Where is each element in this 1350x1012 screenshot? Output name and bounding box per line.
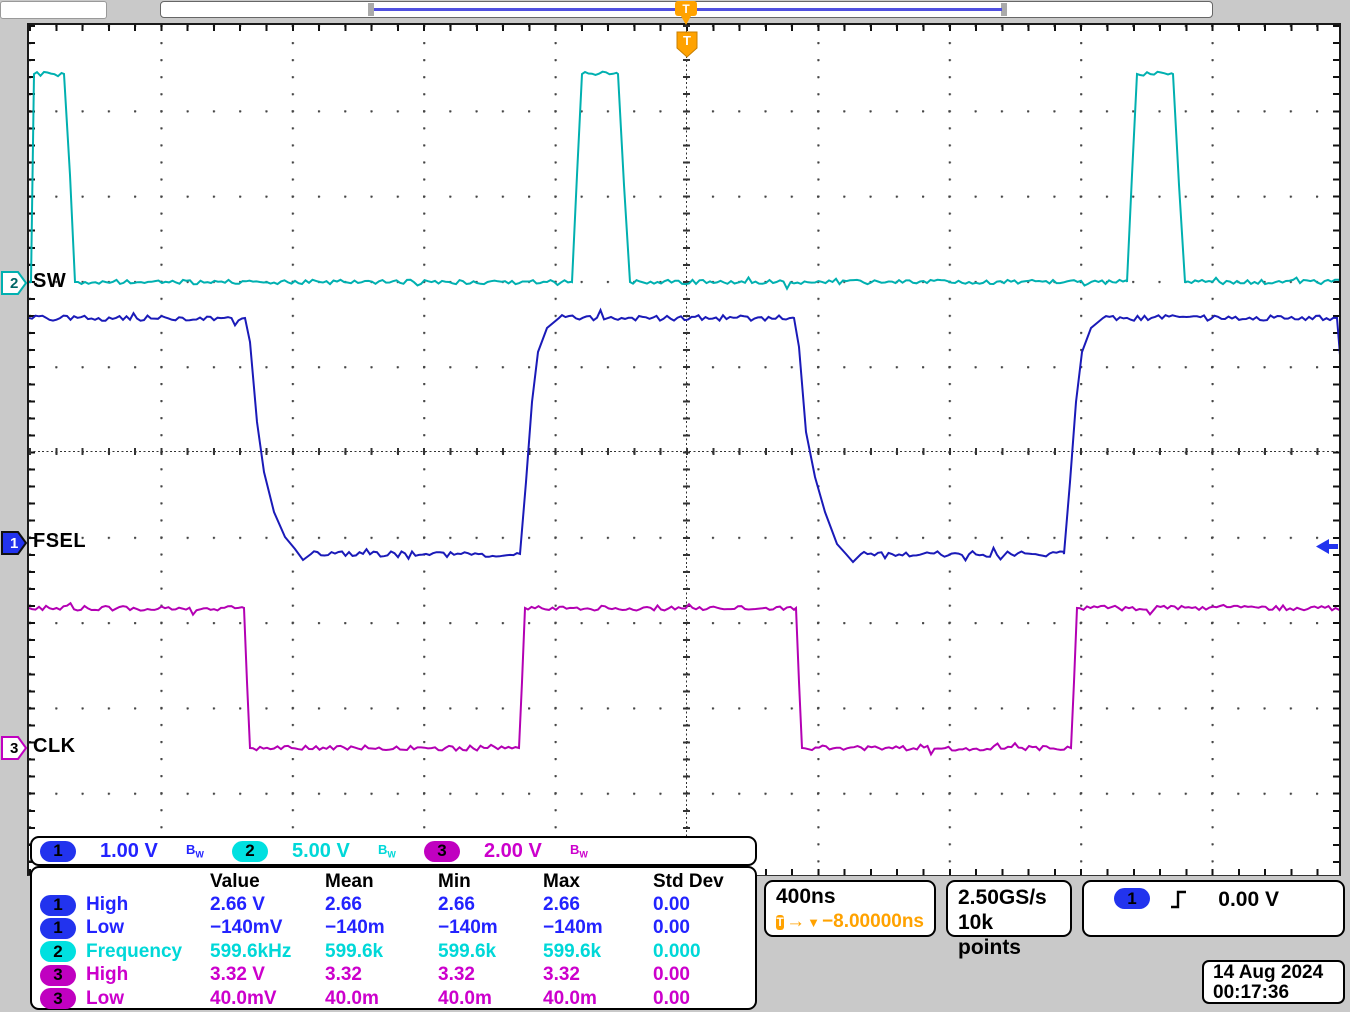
waveform-canvas xyxy=(29,25,1341,876)
trigger-flag-letter: T xyxy=(683,33,691,48)
datetime-readout: 14 Aug 2024 00:17:36 xyxy=(1202,960,1345,1004)
measurement-value: 0.00 xyxy=(653,964,755,986)
measurement-value: 3.32 xyxy=(543,964,653,986)
channel-badge: 3 xyxy=(40,965,76,986)
channel2-position-marker[interactable]: 2 xyxy=(1,271,27,295)
channel-scale-group-3: 3 2.00 V BW xyxy=(424,840,616,863)
channel-badge: 1 xyxy=(40,918,76,939)
wave-label-sw: SW xyxy=(33,270,66,293)
measurement-value: 0.00 xyxy=(653,894,755,916)
measurement-value: 40.0m xyxy=(543,988,653,1010)
trigger-mini-badge: T xyxy=(776,915,784,930)
measurement-value: 3.32 xyxy=(325,964,438,986)
measurement-name: High xyxy=(86,894,128,916)
channel-badge: 2 xyxy=(40,941,76,962)
measurement-value: −140m xyxy=(325,917,438,939)
trace-clk xyxy=(29,603,1341,754)
measurement-value: −140m xyxy=(543,917,653,939)
channel3-marker-number: 3 xyxy=(10,740,18,757)
date-value: 14 Aug 2024 xyxy=(1213,963,1334,983)
channel-scale-value: 2.00 V xyxy=(484,840,562,863)
time-value: 00:17:36 xyxy=(1213,983,1334,1003)
measurement-name: High xyxy=(86,964,128,986)
measurement-row: 2Frequency599.6kHz599.6k599.6k599.6k0.00… xyxy=(32,940,755,963)
graticule: T SW FSEL CLK xyxy=(27,23,1341,876)
trigger-source-badge: 1 xyxy=(1114,888,1150,909)
measurement-row: 3Low40.0mV40.0m40.0m40.0m0.00 xyxy=(32,987,755,1010)
measurement-value: 599.6k xyxy=(438,941,543,963)
measurement-column-header: Min xyxy=(438,871,543,893)
measurement-name: Low xyxy=(86,988,124,1010)
rising-edge-icon xyxy=(1170,890,1187,909)
trace-sw xyxy=(29,72,1341,289)
measurement-row: 3High3.32 V3.323.323.320.00 xyxy=(32,964,755,987)
channel-scale-group-1: 1 1.00 V BW xyxy=(40,840,232,863)
acquisition-readout: 2.50GS/s 10k points xyxy=(946,880,1072,937)
trigger-tri-glyph: ▼ xyxy=(807,915,820,930)
measurement-value: 2.66 xyxy=(325,894,438,916)
measurement-value: 2.66 xyxy=(438,894,543,916)
measurement-row: 1High2.66 V2.662.662.660.00 xyxy=(32,893,755,916)
channel-scale-value: 1.00 V xyxy=(100,840,178,863)
channel-badge: 1 xyxy=(40,841,76,862)
bandwidth-limit-icon: BW xyxy=(378,842,396,860)
measurement-value: 599.6k xyxy=(325,941,438,963)
measurement-header-row: ValueMeanMinMaxStd Dev xyxy=(32,870,755,893)
measurement-column-header: Std Dev xyxy=(653,871,755,893)
trace-fsel xyxy=(29,310,1341,562)
sample-rate: 2.50GS/s xyxy=(958,885,1060,910)
bandwidth-limit-icon: BW xyxy=(186,842,204,860)
channel-scale-group-2: 2 5.00 V BW xyxy=(232,840,424,863)
measurement-value: 2.66 V xyxy=(210,894,325,916)
measurement-column-header: Mean xyxy=(325,871,438,893)
horizontal-readout: 400ns T→▼−8.00000ns xyxy=(764,880,936,937)
channel3-position-marker[interactable]: 3 xyxy=(1,736,27,760)
measurement-column-header: Value xyxy=(210,871,325,893)
trigger-position-value: −8.00000ns xyxy=(822,911,924,933)
measurement-value: 40.0m xyxy=(325,988,438,1010)
oscilloscope-screen: { "colors": { "ch1_trace": "#1a1ab8", "c… xyxy=(0,0,1350,1012)
channel1-marker-number: 1 xyxy=(10,535,18,552)
channel-badge: 3 xyxy=(40,988,76,1009)
channel2-marker-number: 2 xyxy=(10,275,18,292)
measurement-name: Frequency xyxy=(86,941,182,963)
measurement-value: 0.00 xyxy=(653,988,755,1010)
wave-label-clk: CLK xyxy=(33,735,76,758)
measurement-column-header: Max xyxy=(543,871,653,893)
measurement-value: 0.00 xyxy=(653,917,755,939)
channel-badge: 2 xyxy=(232,841,268,862)
measurement-value: 0.000 xyxy=(653,941,755,963)
channel-badge: 3 xyxy=(424,841,460,862)
measurement-value: 40.0mV xyxy=(210,988,325,1010)
acq-bar-left-segment xyxy=(0,1,107,19)
channel-scale-bar: 1 1.00 V BW 2 5.00 V BW 3 2.00 V BW xyxy=(30,836,757,866)
channel-scale-value: 5.00 V xyxy=(292,840,370,863)
measurement-value: −140mV xyxy=(210,917,325,939)
trigger-time-flag[interactable]: T xyxy=(676,31,698,58)
bandwidth-limit-icon: BW xyxy=(570,842,588,860)
timebase-value: 400ns xyxy=(776,885,924,909)
measurement-table: ValueMeanMinMaxStd Dev 1High2.66 V2.662.… xyxy=(30,866,757,1010)
measurement-value: 3.32 xyxy=(438,964,543,986)
measurement-value: 2.66 xyxy=(543,894,653,916)
channel1-position-marker[interactable]: 1 xyxy=(1,531,27,555)
trigger-readout: 1 0.00 V xyxy=(1082,880,1345,937)
measurement-row: 1Low−140mV−140m−140m−140m0.00 xyxy=(32,917,755,940)
measurement-value: 40.0m xyxy=(438,988,543,1010)
measurement-value: −140m xyxy=(438,917,543,939)
trigger-arrow-glyph: → xyxy=(786,911,805,933)
trigger-level-value: 0.00 V xyxy=(1218,888,1279,912)
trigger-position-readout: T→▼−8.00000ns xyxy=(776,911,924,933)
trigger-position-arrow-icon xyxy=(681,16,691,25)
trigger-level-arrow[interactable] xyxy=(1316,538,1338,555)
trigger-position-badge[interactable]: T xyxy=(675,1,697,16)
measurement-value: 599.6kHz xyxy=(210,941,325,963)
measurement-value: 599.6k xyxy=(543,941,653,963)
wave-label-fsel: FSEL xyxy=(33,530,86,553)
record-length: 10k points xyxy=(958,910,1060,960)
measurement-value: 3.32 V xyxy=(210,964,325,986)
measurement-name: Low xyxy=(86,917,124,939)
channel-badge: 1 xyxy=(40,895,76,916)
